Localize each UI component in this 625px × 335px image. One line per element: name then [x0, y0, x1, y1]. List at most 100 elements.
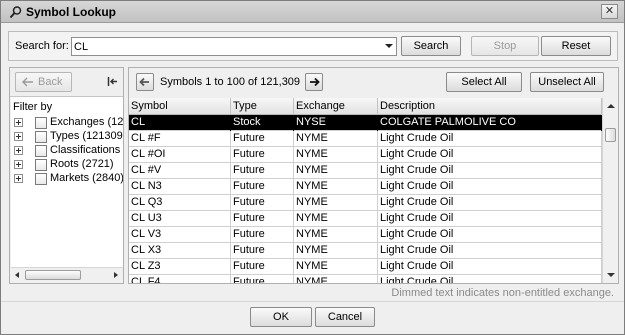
cell-symbol: CL U3: [129, 211, 231, 227]
cell-description: Light Crude Oil: [378, 147, 602, 163]
range-label: Symbols 1 to 100 of 121,309: [160, 76, 301, 88]
expand-icon[interactable]: [14, 132, 23, 141]
tree-item-label: Types (121309: [50, 130, 123, 142]
cell-exchange: NYME: [294, 195, 378, 211]
table-row[interactable]: CL #F Future NYME Light Crude Oil: [129, 131, 602, 147]
cell-symbol: CL Q3: [129, 195, 231, 211]
table-row[interactable]: CL Z3 Future NYME Light Crude Oil: [129, 259, 602, 275]
chevron-down-icon[interactable]: [385, 44, 393, 48]
prev-page-button[interactable]: [136, 73, 154, 91]
search-panel: Search for: Search Stop Reset: [8, 31, 618, 61]
results-panel: Symbols 1 to 100 of 121,309 Select All U…: [128, 67, 619, 284]
table-row[interactable]: CL Q3 Future NYME Light Crude Oil: [129, 195, 602, 211]
filter-checkbox[interactable]: [35, 117, 47, 129]
select-all-button[interactable]: Select All: [446, 72, 522, 92]
search-button[interactable]: Search: [401, 36, 461, 56]
cell-exchange: NYME: [294, 147, 378, 163]
scroll-down-icon[interactable]: [606, 270, 616, 280]
scroll-up-icon[interactable]: [606, 101, 616, 111]
next-page-icon: [310, 77, 320, 87]
cell-symbol: CL Z3: [129, 259, 231, 275]
filter-by-label: Filter by: [13, 101, 53, 113]
cell-exchange: NYME: [294, 259, 378, 275]
cell-exchange: NYME: [294, 163, 378, 179]
scrollbar-thumb[interactable]: [605, 128, 616, 142]
pin-icon[interactable]: [107, 76, 118, 87]
cell-type: Stock: [231, 115, 294, 131]
cell-type: Future: [231, 211, 294, 227]
search-input[interactable]: [74, 40, 374, 53]
cell-exchange: NYME: [294, 211, 378, 227]
cell-exchange: NYME: [294, 227, 378, 243]
expand-icon[interactable]: [14, 174, 23, 183]
ok-button[interactable]: OK: [250, 307, 312, 327]
title-bar[interactable]: Symbol Lookup ✕: [1, 1, 624, 23]
cell-description: Light Crude Oil: [378, 195, 602, 211]
cell-exchange: NYSE: [294, 115, 378, 131]
reset-button[interactable]: Reset: [541, 36, 611, 56]
cancel-button[interactable]: Cancel: [315, 307, 375, 327]
table-row[interactable]: CL Stock NYSE COLGATE PALMOLIVE CO: [129, 115, 602, 131]
filter-tree: Filter by Exchanges (120 Types (121309 C…: [11, 97, 123, 267]
cell-symbol: CL N3: [129, 179, 231, 195]
results-vertical-scrollbar[interactable]: [602, 98, 618, 283]
stop-button[interactable]: Stop: [471, 36, 539, 56]
back-button[interactable]: Back: [15, 72, 72, 92]
window-title: Symbol Lookup: [26, 5, 116, 19]
cell-symbol: CL F4: [129, 275, 231, 283]
search-combo[interactable]: [71, 37, 397, 56]
table-row[interactable]: CL U3 Future NYME Light Crude Oil: [129, 211, 602, 227]
back-arrow-icon: [22, 77, 33, 87]
results-table: Symbol Type Exchange Description CL Stock…: [129, 98, 602, 283]
symbol-lookup-window: Symbol Lookup ✕ Search for: Search Stop …: [0, 0, 625, 335]
table-row[interactable]: CL #V Future NYME Light Crude Oil: [129, 163, 602, 179]
table-row[interactable]: CL #OI Future NYME Light Crude Oil: [129, 147, 602, 163]
scrollbar-thumb[interactable]: [25, 270, 81, 280]
cell-type: Future: [231, 147, 294, 163]
cell-description: Light Crude Oil: [378, 211, 602, 227]
next-page-button[interactable]: [305, 73, 323, 91]
search-label: Search for:: [15, 40, 69, 52]
close-button[interactable]: ✕: [601, 4, 618, 19]
tree-item-label: Roots (2721): [50, 158, 114, 170]
filter-horizontal-scrollbar[interactable]: [11, 267, 123, 282]
cell-symbol: CL V3: [129, 227, 231, 243]
table-row[interactable]: CL F4 Future NYME Light Crude Oil: [129, 275, 602, 283]
tree-item-label: Exchanges (120: [50, 116, 123, 128]
cell-type: Future: [231, 131, 294, 147]
cell-type: Future: [231, 243, 294, 259]
cell-description: Light Crude Oil: [378, 275, 602, 283]
expand-icon[interactable]: [14, 146, 23, 155]
scroll-left-icon[interactable]: [12, 270, 23, 280]
column-header-description[interactable]: Description: [378, 98, 602, 115]
prev-page-icon: [139, 77, 149, 87]
cell-type: Future: [231, 179, 294, 195]
table-header: Symbol Type Exchange Description: [129, 98, 602, 115]
table-row[interactable]: CL N3 Future NYME Light Crude Oil: [129, 179, 602, 195]
divider: [1, 301, 624, 302]
unselect-all-button[interactable]: Unselect All: [530, 72, 604, 92]
cell-type: Future: [231, 227, 294, 243]
cell-description: Light Crude Oil: [378, 243, 602, 259]
tree-item-label: Markets (2840): [50, 172, 123, 184]
cell-type: Future: [231, 195, 294, 211]
column-header-type[interactable]: Type: [231, 98, 294, 115]
cell-exchange: NYME: [294, 275, 378, 283]
search-icon: [9, 6, 22, 19]
table-row[interactable]: CL X3 Future NYME Light Crude Oil: [129, 243, 602, 259]
close-icon: ✕: [604, 5, 615, 17]
cell-symbol: CL #V: [129, 163, 231, 179]
filter-checkbox[interactable]: [35, 159, 47, 171]
column-header-symbol[interactable]: Symbol: [129, 98, 231, 115]
expand-icon[interactable]: [14, 160, 23, 169]
scroll-right-icon[interactable]: [110, 270, 121, 280]
filter-checkbox[interactable]: [35, 145, 47, 157]
table-row[interactable]: CL V3 Future NYME Light Crude Oil: [129, 227, 602, 243]
column-header-exchange[interactable]: Exchange: [294, 98, 378, 115]
filter-checkbox[interactable]: [35, 131, 47, 143]
cell-description: Light Crude Oil: [378, 259, 602, 275]
cell-symbol: CL #F: [129, 131, 231, 147]
filter-checkbox[interactable]: [35, 173, 47, 185]
cell-exchange: NYME: [294, 243, 378, 259]
expand-icon[interactable]: [14, 118, 23, 127]
